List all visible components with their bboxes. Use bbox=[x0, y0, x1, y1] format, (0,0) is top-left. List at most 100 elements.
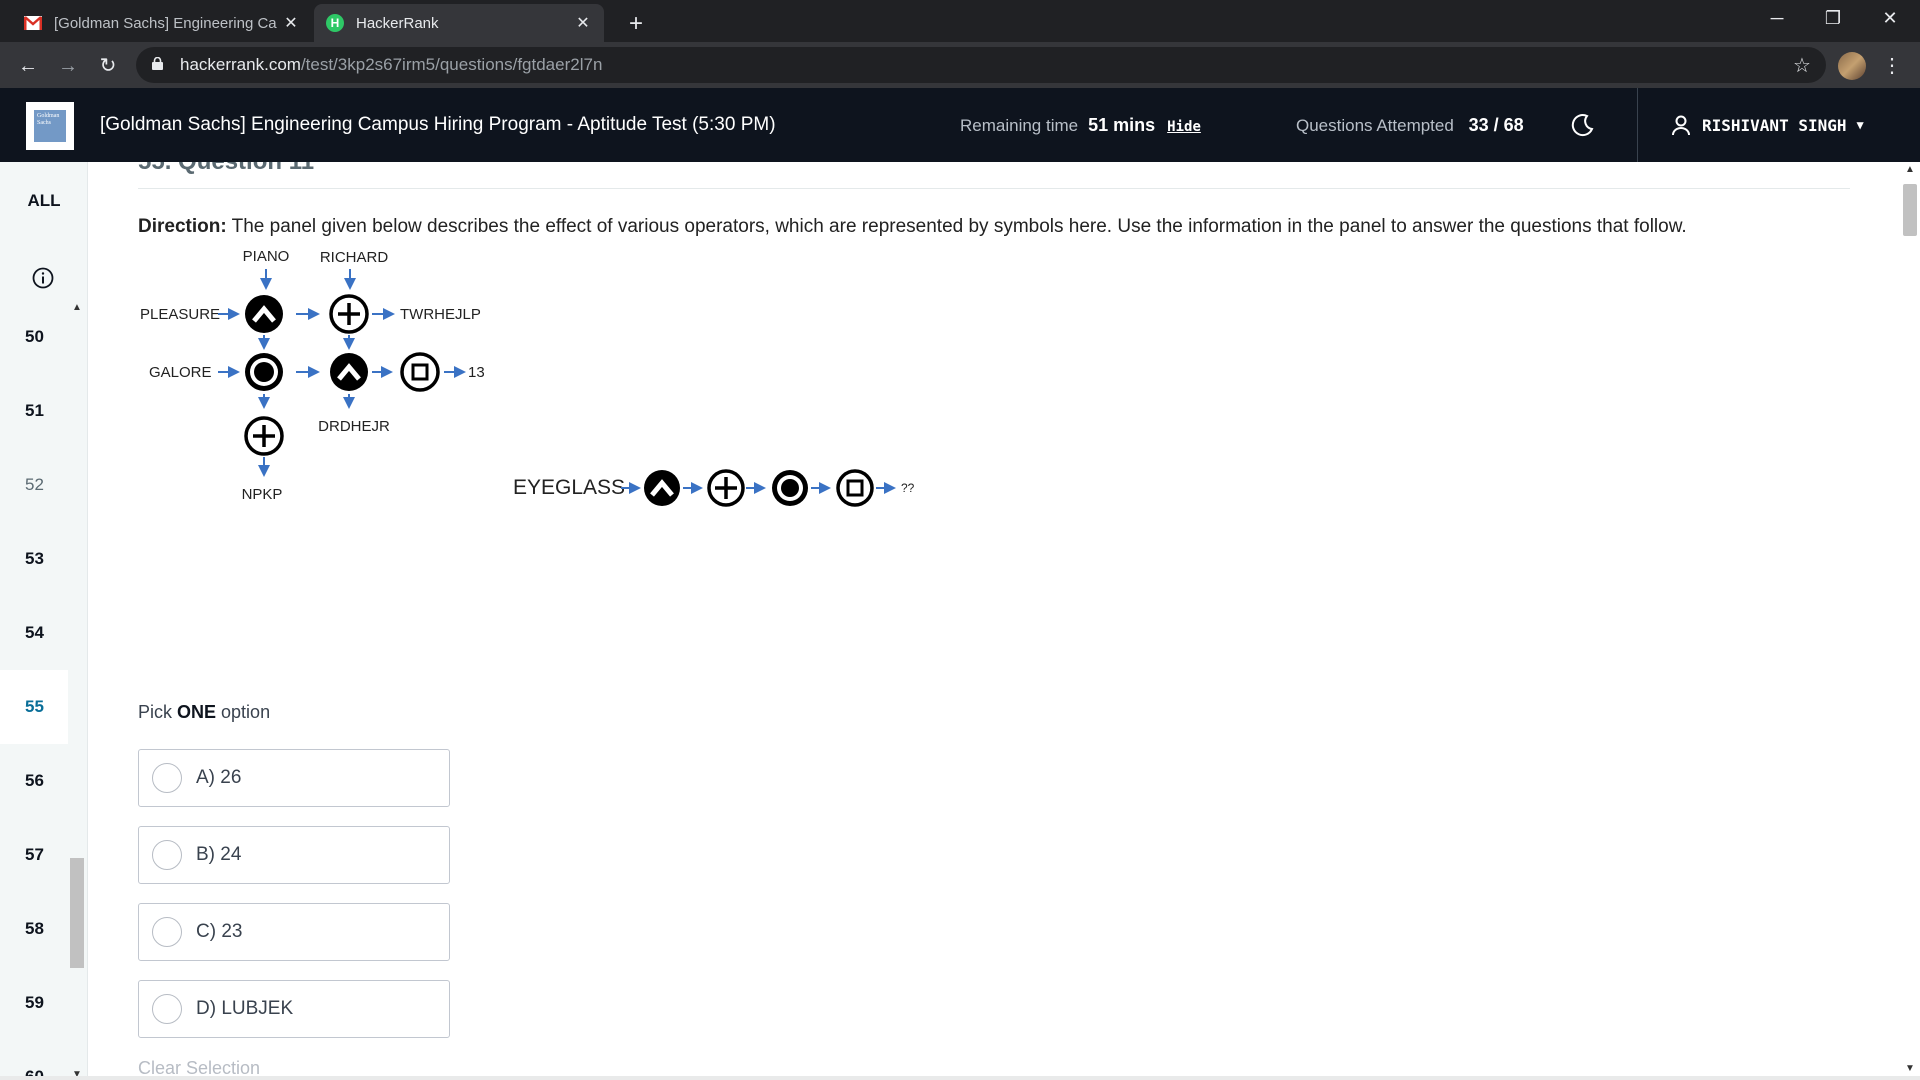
question-number-53[interactable]: 53 bbox=[0, 522, 68, 596]
option-label: B) 24 bbox=[196, 844, 242, 865]
label-unknown: ?? bbox=[901, 481, 915, 495]
question-number-60[interactable]: 60 bbox=[0, 1040, 68, 1080]
option-label: D) LUBJEK bbox=[196, 998, 294, 1019]
pick-instruction: Pick ONE option bbox=[138, 702, 270, 723]
eyeglass-chain-figure: EYEGLASS ?? bbox=[513, 469, 915, 507]
restore-icon[interactable]: ❐ bbox=[1805, 0, 1861, 36]
question-number-58[interactable]: 58 bbox=[0, 892, 68, 966]
square-operator-icon bbox=[836, 469, 874, 507]
close-tab-icon[interactable]: ✕ bbox=[282, 13, 300, 33]
back-arrow-icon[interactable]: ← bbox=[12, 50, 44, 82]
tab-title: [Goldman Sachs] Engineering Ca bbox=[54, 14, 277, 32]
radio-button[interactable] bbox=[152, 763, 182, 793]
remaining-time: Remaining time 51 mins Hide bbox=[960, 115, 1201, 136]
tab-title: HackerRank bbox=[356, 14, 439, 32]
page-scrollbar[interactable]: ▲ ▼ bbox=[1900, 162, 1920, 1080]
attempted-label: Questions Attempted bbox=[1296, 116, 1454, 135]
option-d[interactable]: D) LUBJEK bbox=[138, 980, 450, 1038]
company-logo: Goldman Sachs bbox=[26, 102, 74, 150]
hide-timer-link[interactable]: Hide bbox=[1167, 119, 1201, 135]
chevron-down-icon: ▼ bbox=[1856, 118, 1864, 132]
label-twrhejlp: TWRHEJLP bbox=[400, 306, 481, 323]
page-scroll-thumb[interactable] bbox=[1903, 184, 1917, 236]
pick-suffix: option bbox=[216, 702, 271, 722]
question-number-51[interactable]: 51 bbox=[0, 374, 68, 448]
question-number-54[interactable]: 54 bbox=[0, 596, 68, 670]
dark-mode-moon-icon[interactable] bbox=[1570, 112, 1596, 138]
scroll-down-icon[interactable]: ▼ bbox=[1905, 1063, 1915, 1074]
user-name: RISHIVANT SINGH bbox=[1702, 115, 1847, 135]
label-galore: GALORE bbox=[149, 364, 212, 381]
caret-operator-icon bbox=[330, 353, 368, 391]
label-pleasure: PLEASURE bbox=[140, 306, 220, 323]
label-drdhejr: DRDHEJR bbox=[318, 418, 390, 435]
question-number-55[interactable]: 55 bbox=[0, 670, 68, 744]
url-input[interactable]: hackerrank.com/test/3kp2s67irm5/question… bbox=[136, 47, 1826, 83]
all-questions-button[interactable]: ALL bbox=[0, 162, 88, 240]
question-number-57[interactable]: 57 bbox=[0, 818, 68, 892]
option-label: C) 23 bbox=[196, 921, 243, 942]
label-npkp: NPKP bbox=[242, 486, 283, 503]
user-menu[interactable]: RISHIVANT SINGH ▼ bbox=[1670, 114, 1864, 136]
browser-menu-icon[interactable]: ⋮ bbox=[1880, 50, 1904, 82]
profile-avatar[interactable] bbox=[1838, 52, 1866, 80]
new-tab-button[interactable]: + bbox=[620, 8, 652, 40]
bookmark-star-icon[interactable]: ☆ bbox=[1786, 50, 1818, 82]
address-bar-row: ← → ↻ hackerrank.com/test/3kp2s67irm5/qu… bbox=[0, 42, 1920, 88]
scroll-up-icon[interactable]: ▲ bbox=[72, 302, 82, 313]
option-label: A) 26 bbox=[196, 767, 242, 788]
test-header: Goldman Sachs [Goldman Sachs] Engineerin… bbox=[0, 88, 1920, 162]
browser-tab-gmail[interactable]: [Goldman Sachs] Engineering Ca ✕ bbox=[12, 4, 312, 42]
radio-button[interactable] bbox=[152, 840, 182, 870]
navigator-scrollbar[interactable]: ▲ ▼ bbox=[68, 300, 86, 1080]
radio-button[interactable] bbox=[152, 994, 182, 1024]
browser-tab-hackerrank[interactable]: H HackerRank ✕ bbox=[314, 4, 604, 42]
question-panel: 55. Question 11 Direction: The panel giv… bbox=[88, 162, 1900, 1080]
logo-text: Goldman Sachs bbox=[34, 110, 66, 142]
option-a[interactable]: A) 26 bbox=[138, 749, 450, 807]
close-window-icon[interactable]: ✕ bbox=[1862, 0, 1918, 36]
user-icon bbox=[1670, 114, 1692, 136]
question-heading: 55. Question 11 bbox=[138, 162, 314, 176]
option-b[interactable]: B) 24 bbox=[138, 826, 450, 884]
label-piano: PIANO bbox=[243, 248, 290, 265]
browser-tab-bar: [Goldman Sachs] Engineering Ca ✕ H Hacke… bbox=[0, 0, 1920, 42]
heading-divider bbox=[138, 188, 1850, 189]
scroll-up-icon[interactable]: ▲ bbox=[1905, 164, 1915, 175]
option-c[interactable]: C) 23 bbox=[138, 903, 450, 961]
question-number-56[interactable]: 56 bbox=[0, 744, 68, 818]
url-host: hackerrank.com bbox=[180, 55, 301, 74]
caret-operator-icon bbox=[644, 470, 680, 506]
bottom-edge bbox=[0, 1076, 1920, 1080]
target-operator-icon bbox=[245, 353, 283, 391]
target-operator-icon bbox=[772, 470, 808, 506]
reload-icon[interactable]: ↻ bbox=[92, 50, 124, 82]
label-richard: RICHARD bbox=[320, 249, 389, 266]
question-number-50[interactable]: 50 bbox=[0, 300, 68, 374]
plus-operator-icon bbox=[244, 416, 284, 456]
plus-operator-icon bbox=[329, 294, 369, 334]
forward-arrow-icon[interactable]: → bbox=[52, 50, 84, 82]
caret-operator-icon bbox=[245, 295, 283, 333]
remaining-time-label: Remaining time bbox=[960, 116, 1079, 135]
plus-operator-icon bbox=[707, 469, 745, 507]
operator-panel-figure: PIANO RICHARD PLEASURE TWRHEJLP GALORE 1… bbox=[138, 241, 510, 511]
square-operator-icon bbox=[400, 352, 440, 392]
question-number-list: 50 51 52 53 54 55 56 57 58 59 60 bbox=[0, 300, 68, 1080]
minimize-icon[interactable]: ─ bbox=[1749, 0, 1805, 36]
hackerrank-icon: H bbox=[326, 14, 344, 32]
question-navigator: ALL 50 51 52 53 54 55 56 57 58 59 60 ▲ ▼ bbox=[0, 162, 88, 1080]
direction-text: Direction: The panel given below describ… bbox=[138, 216, 1687, 238]
direction-label: Direction: bbox=[138, 216, 227, 237]
header-divider bbox=[1637, 88, 1638, 162]
label-eyeglass: EYEGLASS bbox=[513, 476, 625, 499]
question-number-52[interactable]: 52 bbox=[0, 448, 68, 522]
gmail-icon bbox=[24, 14, 42, 32]
attempted-value: 33 / 68 bbox=[1468, 115, 1524, 135]
info-icon[interactable] bbox=[31, 266, 55, 290]
navigator-scroll-thumb[interactable] bbox=[70, 858, 84, 968]
radio-button[interactable] bbox=[152, 917, 182, 947]
question-number-59[interactable]: 59 bbox=[0, 966, 68, 1040]
close-tab-icon[interactable]: ✕ bbox=[574, 13, 592, 33]
lock-icon bbox=[152, 56, 166, 73]
